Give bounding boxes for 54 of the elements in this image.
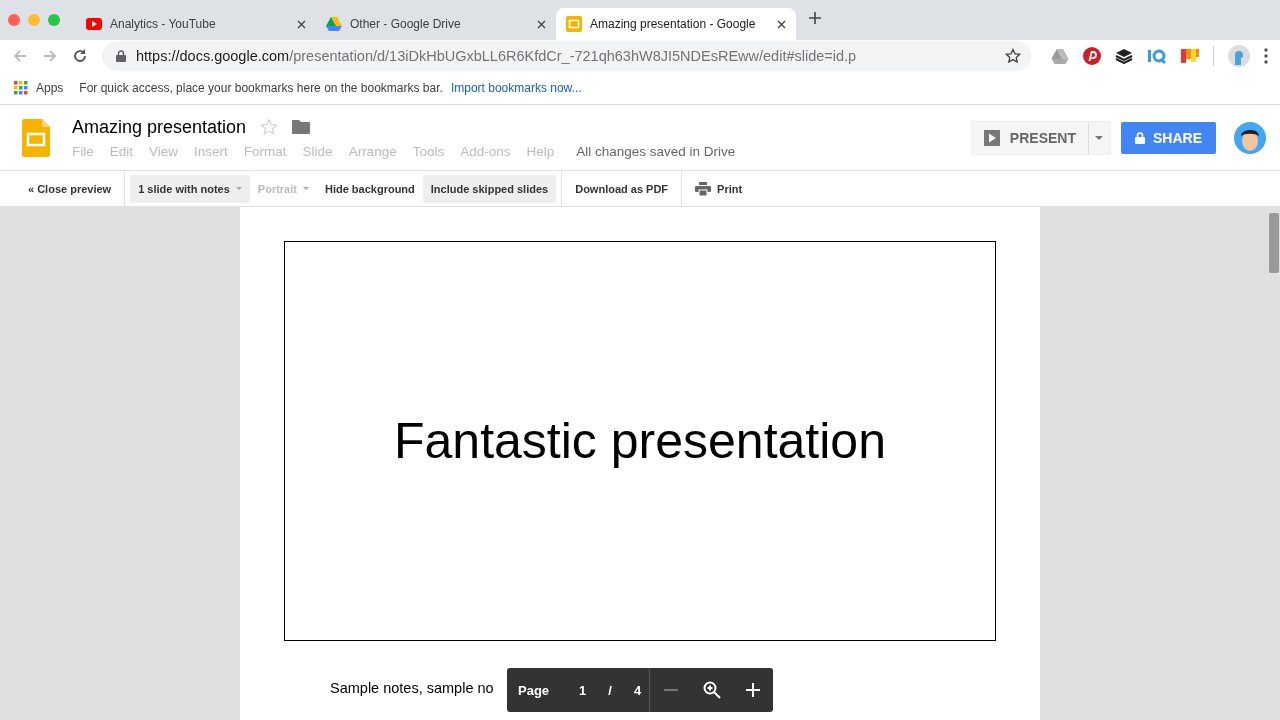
slide-title: Fantastic presentation	[394, 412, 886, 470]
plus-icon	[745, 683, 760, 697]
close-icon[interactable]	[537, 19, 546, 29]
document-title[interactable]: Amazing presentation	[72, 116, 247, 138]
caret-icon	[235, 187, 242, 190]
new-tab-icon[interactable]	[808, 11, 822, 25]
apps-link[interactable]: Apps	[36, 81, 64, 95]
lock-icon	[116, 50, 126, 62]
browser-tab[interactable]: Other - Google Drive	[316, 8, 556, 40]
dropdown-button[interactable]: 1 slide with notes	[130, 174, 250, 203]
page-count: 4	[633, 682, 642, 698]
caret-icon	[302, 187, 309, 190]
triangle-logo-icon[interactable]	[1051, 48, 1069, 64]
browser-tab[interactable]: Analytics - YouTube	[76, 8, 316, 40]
star-icon[interactable]	[1005, 48, 1021, 64]
minus-icon	[663, 689, 678, 691]
print-button[interactable]: Print	[687, 174, 751, 203]
toolbar-button[interactable]: Hide background	[316, 174, 423, 203]
play-icon	[983, 129, 1000, 146]
current-page[interactable]: 1	[579, 682, 587, 698]
pin-logo-icon[interactable]	[1083, 47, 1101, 65]
iq-logo-icon[interactable]	[1147, 48, 1167, 64]
toolbar-button[interactable]: « Close preview	[20, 174, 120, 203]
toolbar-button[interactable]: Include skipped slides	[422, 174, 557, 203]
printer-icon	[695, 181, 712, 196]
browser-tab[interactable]: Amazing presentation - Google	[556, 8, 796, 40]
lock-icon	[1135, 131, 1145, 144]
zoom-in-icon	[702, 681, 721, 699]
paint-drip-icon[interactable]	[1181, 47, 1199, 65]
toolbar-button[interactable]: Download as PDF	[567, 174, 677, 203]
close-window-button[interactable]	[8, 14, 20, 26]
scrollbar-thumb[interactable]	[1269, 213, 1279, 273]
bookmarks-hint: For quick access, place your bookmarks here on the bookmarks bar.	[79, 81, 443, 95]
save-status: All changes saved in Drive	[576, 143, 736, 159]
avatar[interactable]	[1234, 121, 1266, 154]
layers-icon[interactable]	[1115, 48, 1133, 64]
triangle-logo-icon	[326, 17, 342, 31]
caret-icon	[1095, 135, 1104, 140]
address-bar[interactable]: https://docs.google.com/presentation/d/13iDkHbUGxbLL6R6KfdCr_-721qh63hW8JI5NDEsREww/edit#slide=id.p	[102, 41, 1031, 71]
more-options-icon[interactable]	[1264, 48, 1268, 64]
apps-grid-icon[interactable]	[14, 81, 28, 95]
share-button[interactable]: SHARE	[1121, 121, 1216, 154]
speaker-notes: Sample notes, sample no	[330, 680, 494, 696]
page-label: Page	[518, 682, 550, 698]
close-icon[interactable]	[297, 19, 306, 29]
page-separator: /	[608, 682, 612, 698]
reload-icon[interactable]	[72, 48, 88, 64]
import-bookmarks-link[interactable]: Import bookmarks now...	[450, 81, 582, 95]
profile-icon[interactable]	[1228, 45, 1250, 67]
folder-icon[interactable]	[292, 120, 311, 134]
close-icon[interactable]	[777, 19, 786, 29]
video-play-icon	[86, 18, 102, 30]
url-text: https://docs.google.com/presentation/d/13iDkHbUGxbLL6R6KfdCr_-721qh63hW8JI5NDEsREww/edit#slide=id.p	[136, 48, 858, 64]
slides-logo-icon	[566, 16, 582, 32]
